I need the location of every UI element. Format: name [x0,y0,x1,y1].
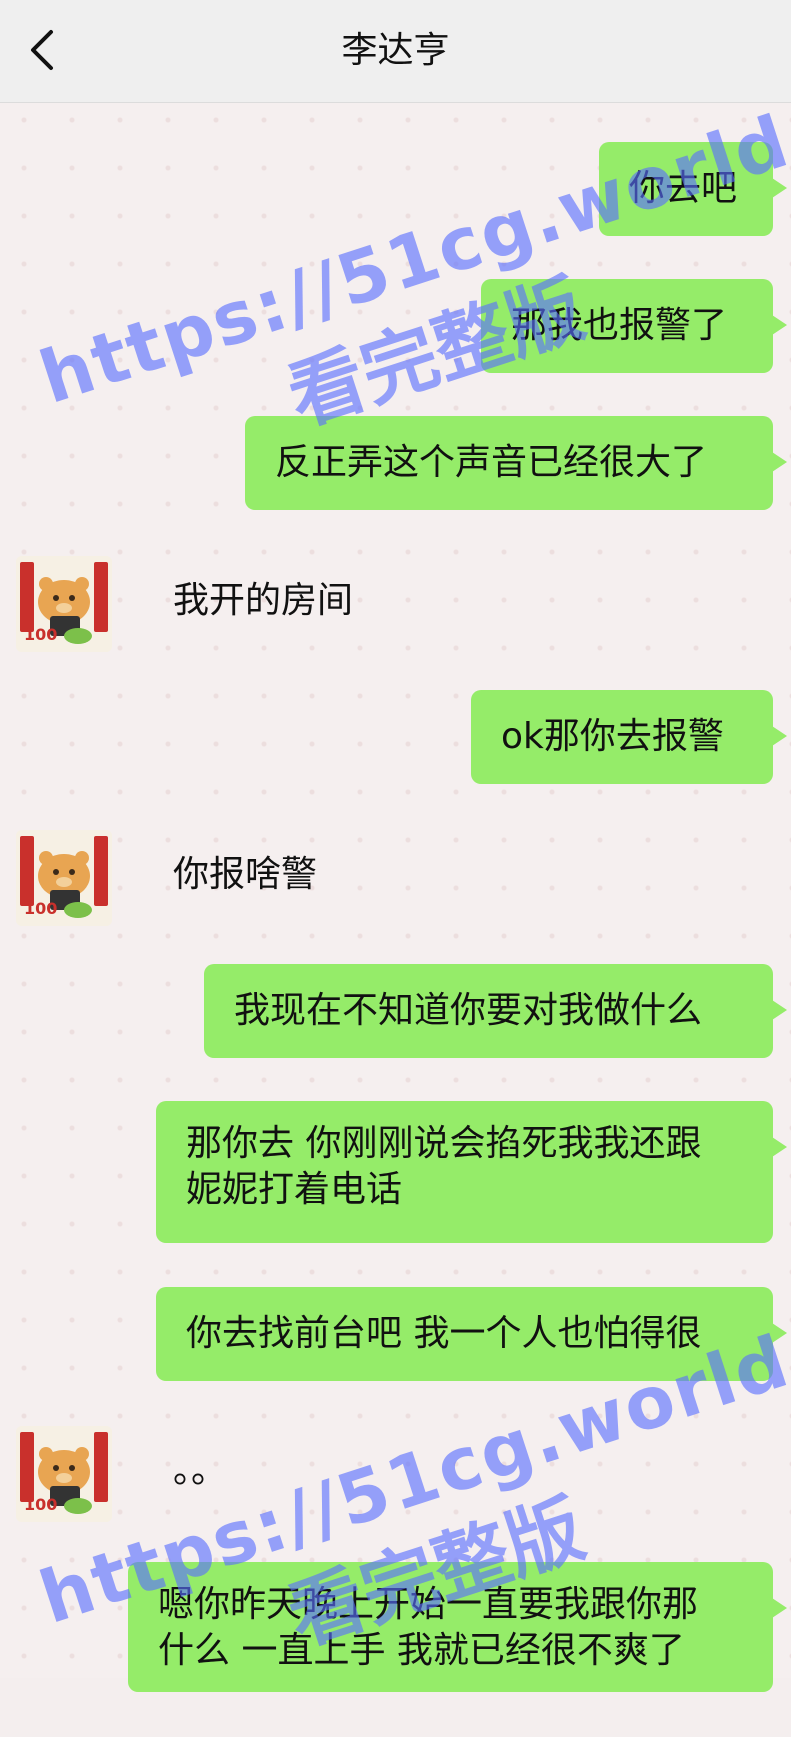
message-text-line: 那你去 你刚刚说会掐死我我还跟 [186,1123,702,1164]
message-text-left-2[interactable]: 你报啥警 [173,852,317,898]
avatar-badge: 100 [24,899,57,918]
message-text-left-1[interactable]: 我开的房间 [173,578,353,624]
chat-header: 李达亨 [0,0,791,103]
message-text: 那我也报警了 [511,305,728,346]
message-bubble-11[interactable]: 嗯你昨天晚上开始一直要我跟你那 什么 一直上手 我就已经很不爽了 [128,1562,787,1692]
message-text: ok那你去报警 [501,716,724,757]
message-bubble-5[interactable]: ok那你去报警 [471,690,787,784]
message-text-line: 妮妮打着电话 [186,1169,403,1210]
message-text-left-3[interactable]: 。。 [173,1448,227,1494]
contact-avatar[interactable]: 100 [16,830,112,926]
message-text: 你去找前台吧 我一个人也怕得很 [186,1313,702,1354]
message-bubble-7[interactable]: 我现在不知道你要对我做什么 [204,964,787,1058]
message-text: 你去吧 [629,168,738,209]
contact-avatar[interactable]: 100 [16,1426,112,1522]
message-text: 反正弄这个声音已经很大了 [275,442,708,483]
contact-avatar[interactable]: 100 [16,556,112,652]
message-bubble-9[interactable]: 你去找前台吧 我一个人也怕得很 [156,1287,787,1381]
chat-background [0,0,791,1678]
message-bubble-2[interactable]: 那我也报警了 [481,279,787,373]
message-bubble-8[interactable]: 那你去 你刚刚说会掐死我我还跟 妮妮打着电话 [156,1101,787,1243]
message-text-line: 嗯你昨天晚上开始一直要我跟你那 [158,1584,699,1625]
bear-sticker-avatar-icon: 100 [16,1426,112,1522]
bear-sticker-avatar-icon: 100 [16,556,112,652]
chat-title: 李达亨 [341,30,450,71]
message-bubble-3[interactable]: 反正弄这个声音已经很大了 [245,416,787,510]
message-text-line: 什么 一直上手 我就已经很不爽了 [158,1630,685,1671]
message-text: 我现在不知道你要对我做什么 [234,990,703,1031]
message-bubble-1[interactable]: 你去吧 [599,142,787,236]
bear-sticker-avatar-icon: 100 [16,830,112,926]
avatar-badge: 100 [24,1495,57,1514]
avatar-badge: 100 [24,625,57,644]
